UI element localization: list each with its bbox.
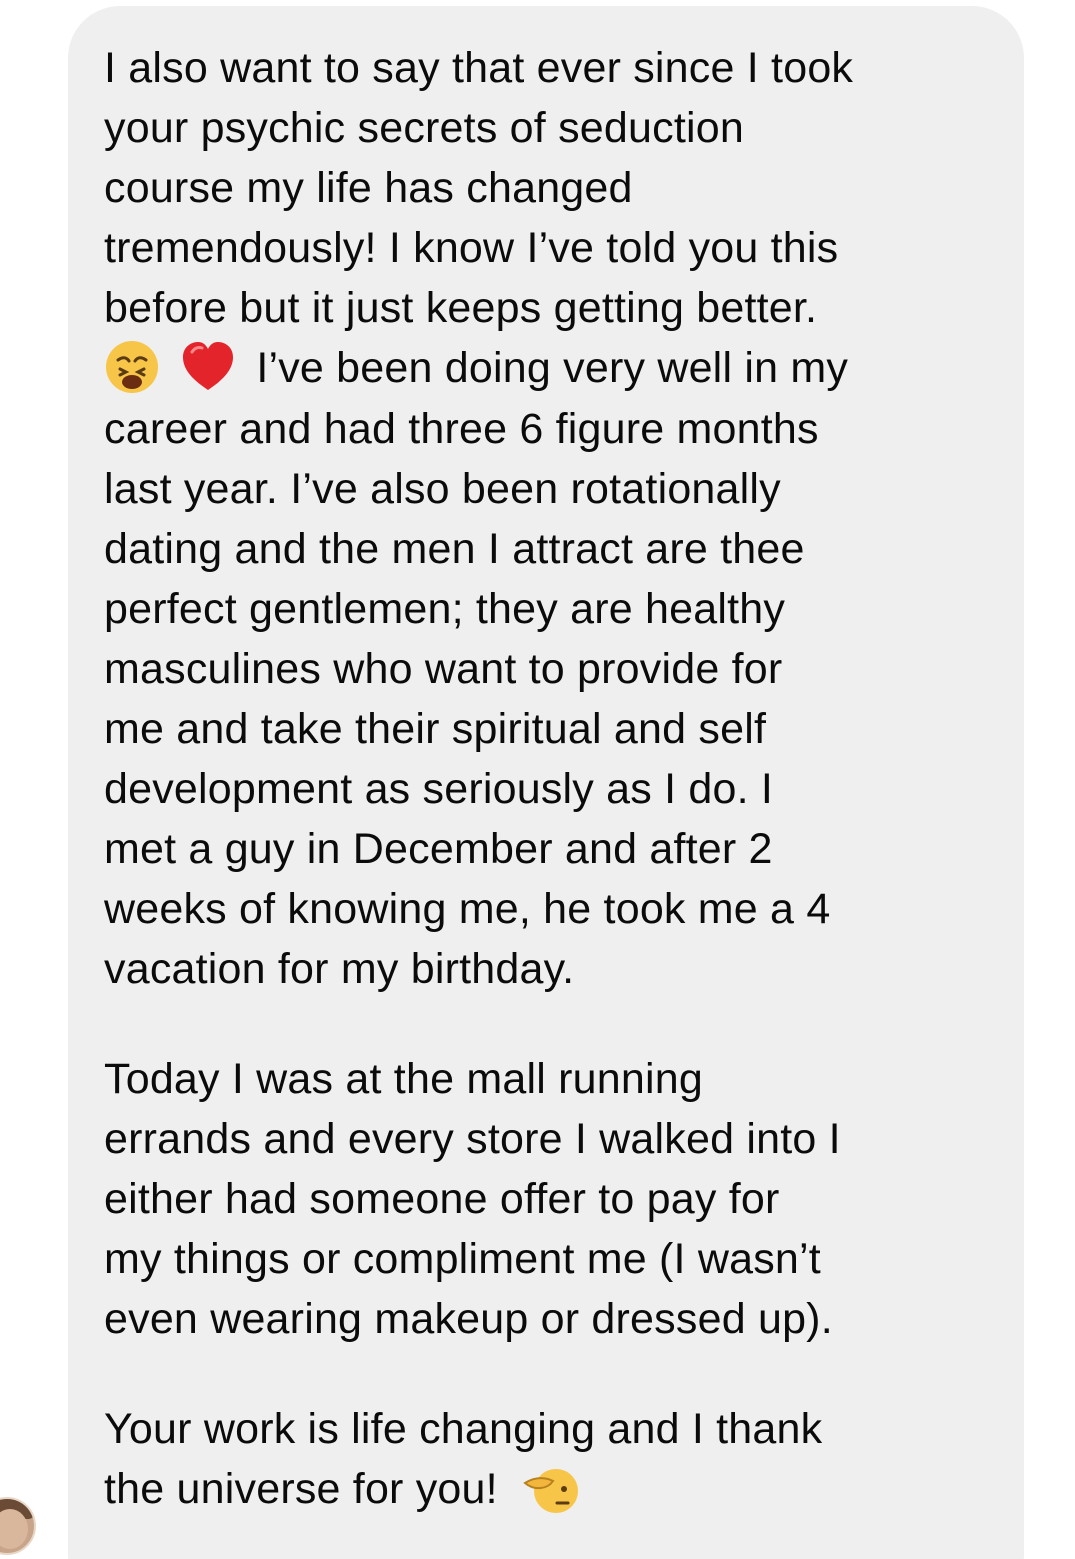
message-line: vacation for my birthday. <box>104 944 575 993</box>
message-line: tremendously! I know I’ve told you this <box>104 224 839 272</box>
red-heart-icon <box>183 341 234 390</box>
message-line: course my life has changed <box>104 164 633 212</box>
message-line: either had someone offer to pay for <box>104 1174 780 1223</box>
message-line: perfect gentlemen; they are healthy <box>104 584 786 633</box>
message-line: before but it just keeps getting better. <box>104 284 818 332</box>
message-line: my things or compliment me (I wasn’t <box>104 1234 821 1283</box>
message-line: career and had three 6 figure months <box>104 404 819 453</box>
message-bubble[interactable]: I also want to say that ever since I too… <box>68 6 1024 1559</box>
message-line: Your work is life changing and I thank <box>104 1404 823 1453</box>
message-line: errands and every store I walked into I <box>104 1114 841 1163</box>
message-line: your psychic secrets of seduction <box>104 104 744 152</box>
saluting-face-icon <box>523 1469 578 1514</box>
message-line: Today I was at the mall running <box>104 1054 703 1103</box>
sender-avatar[interactable] <box>0 1497 36 1555</box>
message-line: even wearing makeup or dressed up). <box>104 1294 833 1343</box>
message-paragraph-3: Your work is life changing and I thank t… <box>104 1399 1004 1520</box>
message-line-with-emojis: I’ve been doing very well in my <box>104 338 1004 399</box>
message-line: masculines who want to provide for <box>104 644 783 693</box>
message-line: weeks of knowing me, he took me a 4 <box>104 884 831 933</box>
message-paragraph-1: I also want to say that ever since I too… <box>104 38 1004 999</box>
chat-screen: I also want to say that ever since I too… <box>0 0 1075 1559</box>
message-line-text: I’ve been doing very well in my <box>256 344 849 392</box>
weary-face-icon <box>106 340 158 393</box>
message-line-with-emoji: the universe for you! <box>104 1459 1004 1520</box>
message-line: last year. I’ve also been rotationally <box>104 464 781 513</box>
message-line: dating and the men I attract are thee <box>104 524 805 573</box>
message-line: I also want to say that ever since I too… <box>104 44 854 92</box>
message-paragraph-2: Today I was at the mall running errands … <box>104 1049 1004 1349</box>
message-line-text: the universe for you! <box>104 1464 498 1513</box>
message-line: me and take their spiritual and self <box>104 704 767 753</box>
message-line: met a guy in December and after 2 <box>104 824 773 873</box>
message-line: development as seriously as I do. I <box>104 764 774 813</box>
